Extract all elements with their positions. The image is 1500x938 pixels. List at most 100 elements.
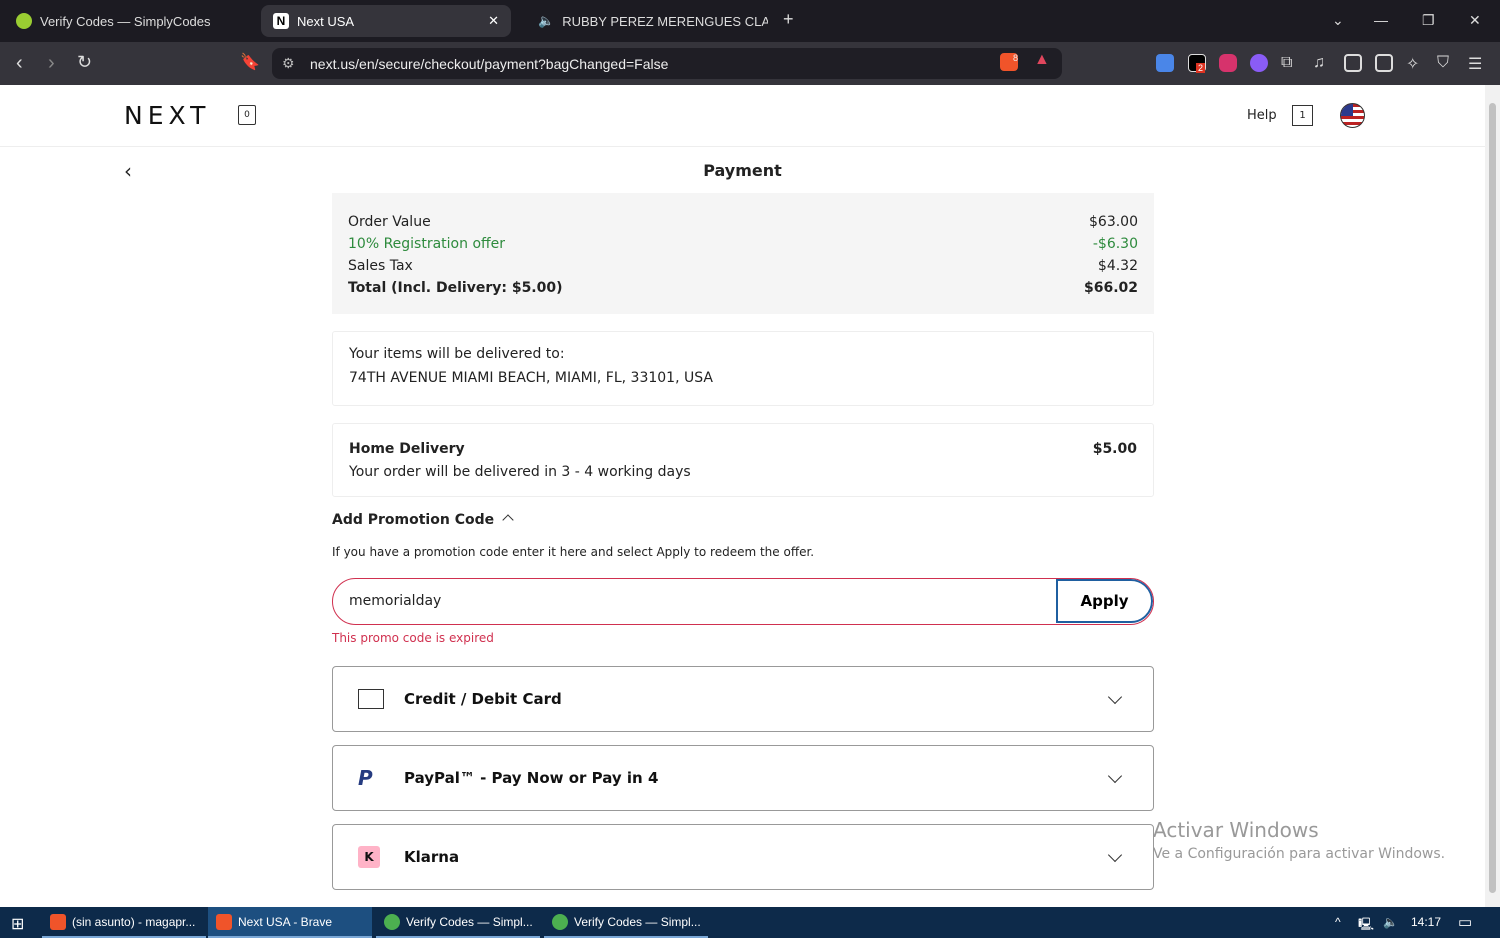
- promo-code-input[interactable]: [333, 579, 1057, 623]
- music-icon[interactable]: ♫: [1313, 54, 1331, 72]
- restore-button[interactable]: ❐: [1422, 12, 1435, 29]
- watermark-title: Activar Windows: [1153, 818, 1319, 842]
- extension-purple-icon[interactable]: [1250, 54, 1268, 72]
- summary-label: 10% Registration offer: [348, 236, 506, 252]
- promo-hint: If you have a promotion code enter it he…: [332, 545, 815, 559]
- tab-label: RUBBY PEREZ MERENGUES CLASI: [562, 13, 768, 29]
- summary-label: Sales Tax: [348, 258, 413, 274]
- shopping-bag-icon[interactable]: 1: [1292, 105, 1313, 126]
- site-settings-icon[interactable]: ⚙: [282, 55, 295, 72]
- taskbar-item[interactable]: Verify Codes — Simpl...: [376, 907, 540, 938]
- vpn-icon[interactable]: ⛉: [1437, 54, 1455, 72]
- tab-label: Next USA: [297, 13, 355, 29]
- promo-form: Apply: [332, 578, 1154, 625]
- checkout-page: NEXT 0 Help 1 ‹ Payment Order Value $63.0…: [0, 85, 1485, 907]
- next-favicon: N: [273, 13, 289, 29]
- brave-shields-icon[interactable]: 8: [1000, 53, 1018, 71]
- summary-label: Total (Incl. Delivery: $5.00): [348, 280, 563, 296]
- klarna-icon: K: [358, 846, 380, 868]
- payment-method-klarna[interactable]: K Klarna: [332, 824, 1154, 890]
- windows-activation-watermark: Activar Windows Ve a Configuración para …: [1153, 818, 1445, 862]
- menu-icon[interactable]: ☰: [1468, 54, 1486, 73]
- tab-youtube[interactable]: 🔈 RUBBY PEREZ MERENGUES CLASI: [518, 5, 768, 37]
- delivery-address-card: Your items will be delivered to: 74TH AV…: [332, 331, 1154, 406]
- forward-button[interactable]: ›: [48, 52, 55, 75]
- taskbar-item[interactable]: Verify Codes — Simpl...: [544, 907, 708, 938]
- speaker-icon: 🔈: [538, 13, 555, 28]
- tray-chevron-icon[interactable]: ^: [1335, 915, 1341, 929]
- page-scrollbar[interactable]: [1485, 85, 1500, 907]
- bookmark-icon[interactable]: 🔖: [240, 52, 260, 72]
- paypal-icon: P: [358, 766, 373, 790]
- chrome-icon: [552, 913, 568, 930]
- notifications-icon[interactable]: ▭: [1458, 913, 1472, 931]
- extensions-puzzle-icon[interactable]: ⧉: [1281, 54, 1299, 72]
- translate-extension-icon[interactable]: [1156, 54, 1174, 72]
- brave-rewards-icon[interactable]: ▲: [1034, 51, 1050, 69]
- windows-start-icon[interactable]: ⊞: [11, 914, 24, 934]
- promo-toggle[interactable]: Add Promotion Code: [332, 512, 1154, 528]
- delivery-address: 74TH AVENUE MIAMI BEACH, MIAMI, FL, 3310…: [349, 370, 713, 386]
- bag-count: 0: [244, 110, 250, 120]
- chrome-icon: [384, 913, 400, 930]
- wallet-icon[interactable]: [1375, 54, 1393, 72]
- chevron-down-icon: [1107, 847, 1123, 862]
- watermark-subtitle: Ve a Configuración para activar Windows.: [1153, 846, 1446, 862]
- taskbar-label: Next USA - Brave: [238, 914, 333, 929]
- summary-label: Order Value: [348, 214, 431, 230]
- tab-label: Verify Codes — SimplyCodes: [40, 13, 211, 29]
- taskbar-item[interactable]: Next USA - Brave: [208, 907, 372, 938]
- payment-method-card[interactable]: Credit / Debit Card: [332, 666, 1154, 732]
- minimize-button[interactable]: —: [1374, 12, 1388, 28]
- taskbar-label: Verify Codes — Simpl...: [406, 914, 533, 929]
- shields-badge: 8: [1012, 53, 1018, 63]
- scrollbar-thumb[interactable]: [1489, 103, 1496, 893]
- address-bar[interactable]: ⚙ next.us/en/secure/checkout/payment?bagC…: [272, 48, 1062, 79]
- summary-row: Order Value $63.00: [348, 211, 1138, 233]
- clock[interactable]: 14:17: [1411, 915, 1441, 929]
- back-button[interactable]: ‹: [16, 52, 23, 75]
- order-summary: Order Value $63.00 10% Registration offer…: [332, 193, 1154, 314]
- url-text: next.us/en/secure/checkout/payment?bagCh…: [310, 55, 669, 72]
- secure-bag-icon: 0: [238, 105, 256, 125]
- volume-icon[interactable]: 🔈: [1383, 915, 1398, 929]
- us-flag-icon[interactable]: [1340, 103, 1365, 128]
- summary-value: $66.02: [1083, 280, 1138, 296]
- brave-icon: [216, 913, 232, 930]
- summary-total-row: Total (Incl. Delivery: $5.00) $66.02: [348, 277, 1138, 299]
- chevron-up-icon: [502, 514, 514, 526]
- reload-button[interactable]: ↻: [77, 52, 92, 73]
- extension-icon[interactable]: 2: [1188, 54, 1206, 73]
- windows-taskbar: ⊞ (sin asunto) - magapr... Next USA - Br…: [0, 907, 1500, 938]
- promo-title: Add Promotion Code: [332, 512, 495, 528]
- new-tab-button[interactable]: +: [783, 9, 794, 30]
- help-link[interactable]: Help: [1247, 108, 1277, 123]
- tab-verify-codes[interactable]: Verify Codes — SimplyCodes: [4, 5, 254, 37]
- summary-value: -$6.30: [1092, 236, 1138, 252]
- sidebar-icon[interactable]: [1344, 54, 1362, 72]
- ublock-icon[interactable]: [1219, 54, 1237, 72]
- payment-method-paypal[interactable]: P PayPal™ - Pay Now or Pay in 4: [332, 745, 1154, 811]
- next-logo[interactable]: NEXT: [124, 101, 210, 130]
- summary-value: $63.00: [1089, 214, 1138, 230]
- taskbar-label: Verify Codes — Simpl...: [574, 914, 701, 929]
- delivery-method-card: Home Delivery $5.00 Your order will be de…: [332, 423, 1154, 497]
- close-tab-icon[interactable]: ✕: [488, 13, 499, 29]
- payment-label: PayPal™ - Pay Now or Pay in 4: [404, 769, 659, 787]
- leo-ai-icon[interactable]: ✧: [1406, 54, 1424, 73]
- summary-value: $4.32: [1097, 258, 1138, 274]
- tab-next-usa[interactable]: N Next USA ✕: [261, 5, 511, 37]
- chevron-down-icon: [1107, 768, 1123, 783]
- summary-row: Sales Tax $4.32: [348, 255, 1138, 277]
- page-title: Payment: [703, 161, 782, 180]
- apply-button[interactable]: Apply: [1056, 579, 1153, 623]
- credit-card-icon: [358, 689, 384, 709]
- taskbar-item[interactable]: (sin asunto) - magapr...: [42, 907, 206, 938]
- close-window-button[interactable]: ✕: [1469, 12, 1481, 29]
- taskbar-label: (sin asunto) - magapr...: [72, 914, 196, 929]
- browser-tab-bar: Verify Codes — SimplyCodes N Next USA ✕ 🔈 R…: [0, 0, 1500, 42]
- network-icon[interactable]: 🖳: [1358, 915, 1374, 936]
- site-header: NEXT 0 Help 1: [0, 85, 1485, 147]
- tab-list-icon[interactable]: ⌄: [1332, 12, 1344, 29]
- delivery-method: Home Delivery: [349, 441, 465, 457]
